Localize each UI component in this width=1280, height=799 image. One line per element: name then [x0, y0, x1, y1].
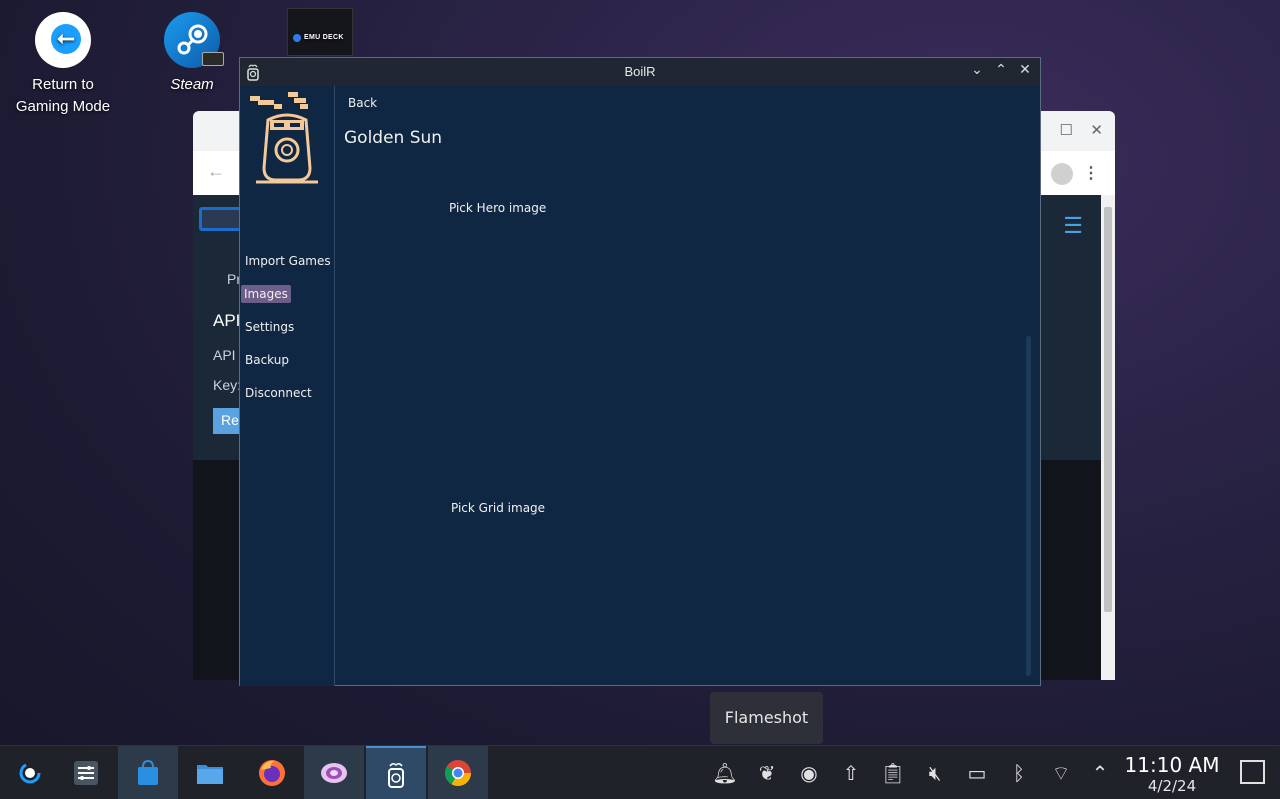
shopping-bag-icon [138, 759, 158, 785]
folder-icon [197, 765, 223, 784]
steam-deck-logo-icon [19, 762, 41, 784]
power-leaf-icon[interactable]: ❦ [753, 759, 781, 787]
battery-icon[interactable]: ▭ [963, 759, 991, 787]
pick-grid-image-button[interactable]: Pick Grid image [451, 501, 545, 515]
nav-images[interactable]: Images [241, 285, 291, 303]
emudeck-shortcut[interactable]: EMU DECK [287, 8, 353, 56]
pick-hero-image-button[interactable]: Pick Hero image [449, 201, 546, 215]
back-button[interactable]: Back [348, 96, 377, 110]
key-text-fragment: Key: [213, 377, 242, 393]
close-icon[interactable]: ✕ [1090, 121, 1103, 139]
purple-app-icon [321, 763, 347, 783]
clock-time: 11:10 AM [1124, 753, 1220, 777]
firefox-button[interactable] [242, 746, 302, 799]
window-titlebar[interactable]: BoilR ⌄ ⌃ ✕ [240, 58, 1040, 86]
game-title: Golden Sun [344, 128, 443, 148]
boilr-window: BoilR ⌄ ⌃ ✕ Import Games Images Settings… [239, 57, 1041, 686]
steam-icon [164, 12, 224, 68]
discover-button[interactable] [118, 746, 178, 799]
shortcut-label-line2: Gaming Mode [15, 98, 111, 115]
taskbar: 🔔︎ ❦ ◉ ⇧ 📋︎ 🔇︎ ▭ ᛒ ⌔ ⌃ 11:10 AM 4/2/24 [0, 745, 1280, 799]
api-text-fragment: API [213, 347, 236, 363]
maximize-icon[interactable]: ☐ [1060, 121, 1073, 139]
nav-import-games[interactable]: Import Games [244, 252, 332, 270]
show-desktop-button[interactable] [1240, 760, 1265, 784]
chrome-icon [444, 760, 472, 787]
browser-scrollbar[interactable] [1101, 195, 1115, 680]
maximize-icon[interactable]: ⌃ [992, 62, 1010, 82]
update-icon[interactable]: ⇧ [837, 759, 865, 787]
main-scrollbar[interactable] [1026, 336, 1031, 676]
chrome-button[interactable] [428, 746, 488, 799]
boilr-taskbar-button[interactable] [366, 746, 426, 799]
settings-sliders-icon [74, 761, 98, 785]
minimize-icon[interactable]: ⌄ [968, 62, 986, 82]
system-settings-button[interactable] [56, 746, 116, 799]
window-title: BoilR [624, 64, 656, 79]
boilr-logo-icon [250, 92, 318, 184]
return-to-gaming-mode-shortcut[interactable]: ⭠ Return to Gaming Mode [4, 12, 122, 118]
notifications-icon[interactable]: 🔔︎ [711, 759, 739, 787]
sidebar: Import Games Images Settings Backup Disc… [240, 86, 335, 686]
wifi-icon[interactable]: ⌔ [1047, 759, 1075, 787]
show-hidden-icons-icon[interactable]: ⌃ [1086, 759, 1114, 787]
browser-menu-icon[interactable]: ⋮ [1083, 163, 1099, 183]
close-icon[interactable]: ✕ [1016, 62, 1034, 82]
return-arrow-icon: ⭠ [35, 12, 91, 68]
boilr-taskbar-icon [388, 762, 404, 788]
bluetooth-icon[interactable]: ᛒ [1005, 759, 1033, 787]
hamburger-menu-icon[interactable]: ☰ [1063, 213, 1083, 239]
clipboard-icon[interactable]: 📋︎ [879, 759, 907, 787]
back-arrow-icon[interactable]: ← [207, 161, 225, 182]
steam-tray-icon[interactable]: ◉ [795, 759, 823, 787]
volume-muted-icon[interactable]: 🔇︎ [921, 759, 949, 787]
app-button-purple[interactable] [304, 746, 364, 799]
nav-disconnect[interactable]: Disconnect [244, 384, 313, 402]
scrollbar-thumb[interactable] [1104, 207, 1112, 612]
api-heading-fragment: API [213, 311, 241, 330]
emudeck-logo-icon [293, 34, 301, 42]
shortcut-label: Steam [170, 76, 214, 93]
firefox-icon [259, 760, 285, 786]
emudeck-label: EMU DECK [304, 34, 344, 41]
profile-avatar[interactable] [1051, 163, 1073, 185]
shortcut-label-line1: Return to [32, 76, 94, 93]
clock-date: 4/2/24 [1147, 777, 1197, 795]
steam-shortcut[interactable]: Steam [150, 12, 234, 96]
nav-backup[interactable]: Backup [244, 351, 290, 369]
taskbar-tooltip: Flameshot [710, 692, 823, 744]
file-manager-button[interactable] [180, 746, 240, 799]
clock[interactable]: 11:10 AM 4/2/24 [1124, 753, 1220, 795]
steam-deck-menu-button[interactable] [0, 746, 60, 799]
main-panel: Back Golden Sun Pick Hero image Pick Gri… [336, 86, 1040, 686]
nav-settings[interactable]: Settings [244, 318, 295, 336]
